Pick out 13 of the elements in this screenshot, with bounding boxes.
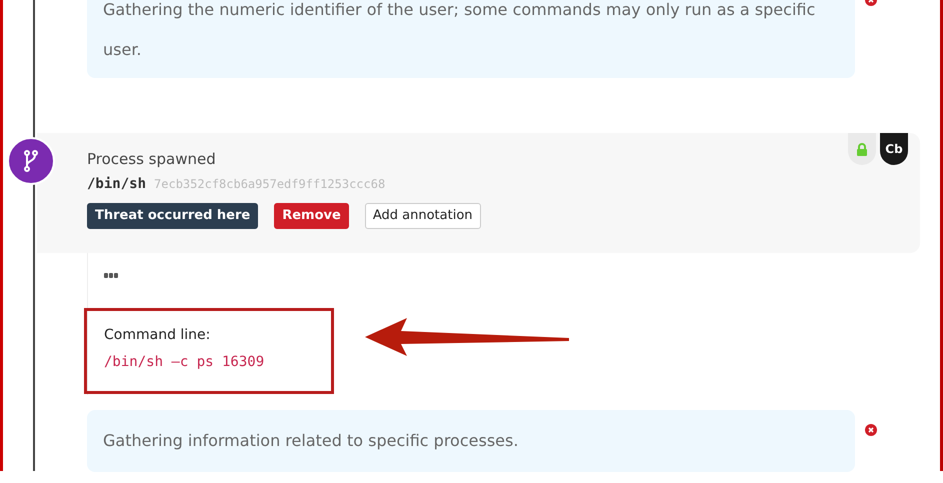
field-label: Command line: [104, 326, 212, 345]
lock-badge [848, 133, 876, 165]
threat-button[interactable]: Threat occurred here [87, 203, 258, 229]
process-path: /bin/sh [87, 176, 146, 192]
remove-button[interactable]: Remove [274, 203, 349, 229]
process-hash: 7ecb352cf8cb6a957edf9ff1253ccc68 [154, 177, 386, 191]
annotation-button[interactable]: Add annotation [364, 203, 481, 229]
command-text: /bin/sh –c ps 16309 [104, 353, 266, 372]
remove-icon[interactable] [865, 424, 877, 436]
note-text: Gathering the numeric identifier of the user; some commands may only run as a specific user. [103, 0, 816, 61]
note-text: Gathering information related to specific processes. [103, 430, 520, 452]
event-title: Process spawned [87, 149, 216, 170]
brand-badge: Cb [880, 133, 908, 165]
